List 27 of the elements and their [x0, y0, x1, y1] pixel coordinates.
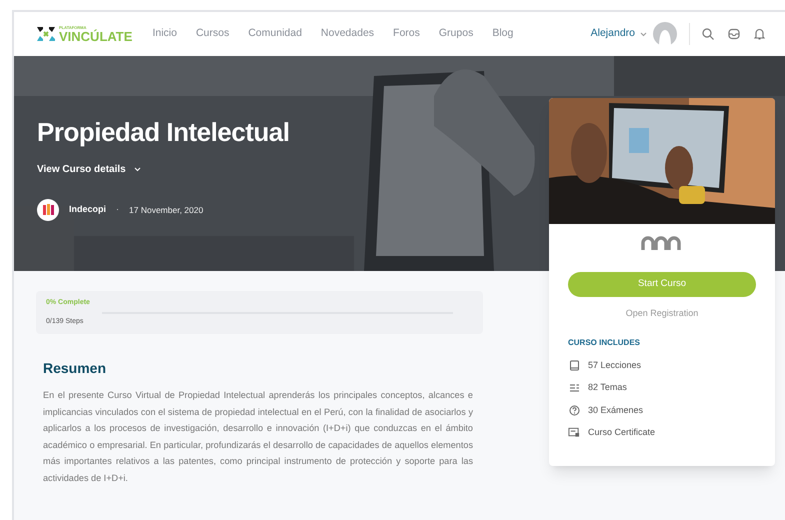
registration-status: Open Registration	[626, 307, 698, 320]
logo-icon	[36, 26, 56, 42]
caret-icon[interactable]	[640, 32, 647, 36]
nav-link[interactable]: Inicio	[152, 26, 177, 42]
includes-heading: CURSO INCLUDES	[568, 336, 642, 348]
nav-link[interactable]: Cursos	[196, 26, 230, 42]
question-icon	[568, 404, 580, 416]
include-item: 57 Lecciones	[588, 358, 642, 372]
nav-link[interactable]: Foros	[393, 26, 420, 42]
search-icon[interactable]	[702, 28, 714, 40]
summary-paragraph: En el presente Curso Virtual de Propiedad Intelectual aprenderás los principales conceptos, alcances e implicancias vinculados con el sistema de propiedad intelectual en el Perú, con la finalidad de asociarlos y aplicarlos a los procesos de investigación, desarrollo e innovación (I+D+i) que conduzcas en el ámbito académico o empresarial. En particular, profundizarás el desarrollo de capacidades de aquellos elementos más importantes relativos a las patentes, como principal instrumento de protección y soporte para las actividades de I+D+i.	[43, 389, 473, 484]
bell-icon[interactable]	[754, 28, 765, 40]
section-heading: Resumen	[43, 359, 108, 378]
logo-wordmark: VINCÚLATE	[59, 30, 132, 42]
inbox-icon[interactable]	[728, 28, 740, 40]
nav-link[interactable]: Blog	[492, 26, 514, 42]
list-icon	[568, 382, 580, 394]
nav-link[interactable]: Grupos	[438, 26, 474, 42]
book-icon	[568, 360, 580, 371]
start-course-button[interactable]: Start Curso	[568, 272, 756, 297]
include-item: Curso Certificate	[588, 426, 656, 439]
include-item: 30 Exámenes	[588, 404, 644, 416]
nav-link[interactable]: Novedades	[320, 26, 374, 42]
include-item: 82 Temas	[588, 381, 627, 394]
user-name[interactable]: Alejandro	[590, 26, 635, 42]
certificate-icon	[568, 427, 580, 438]
nav-link[interactable]: Comunidad	[248, 26, 302, 42]
